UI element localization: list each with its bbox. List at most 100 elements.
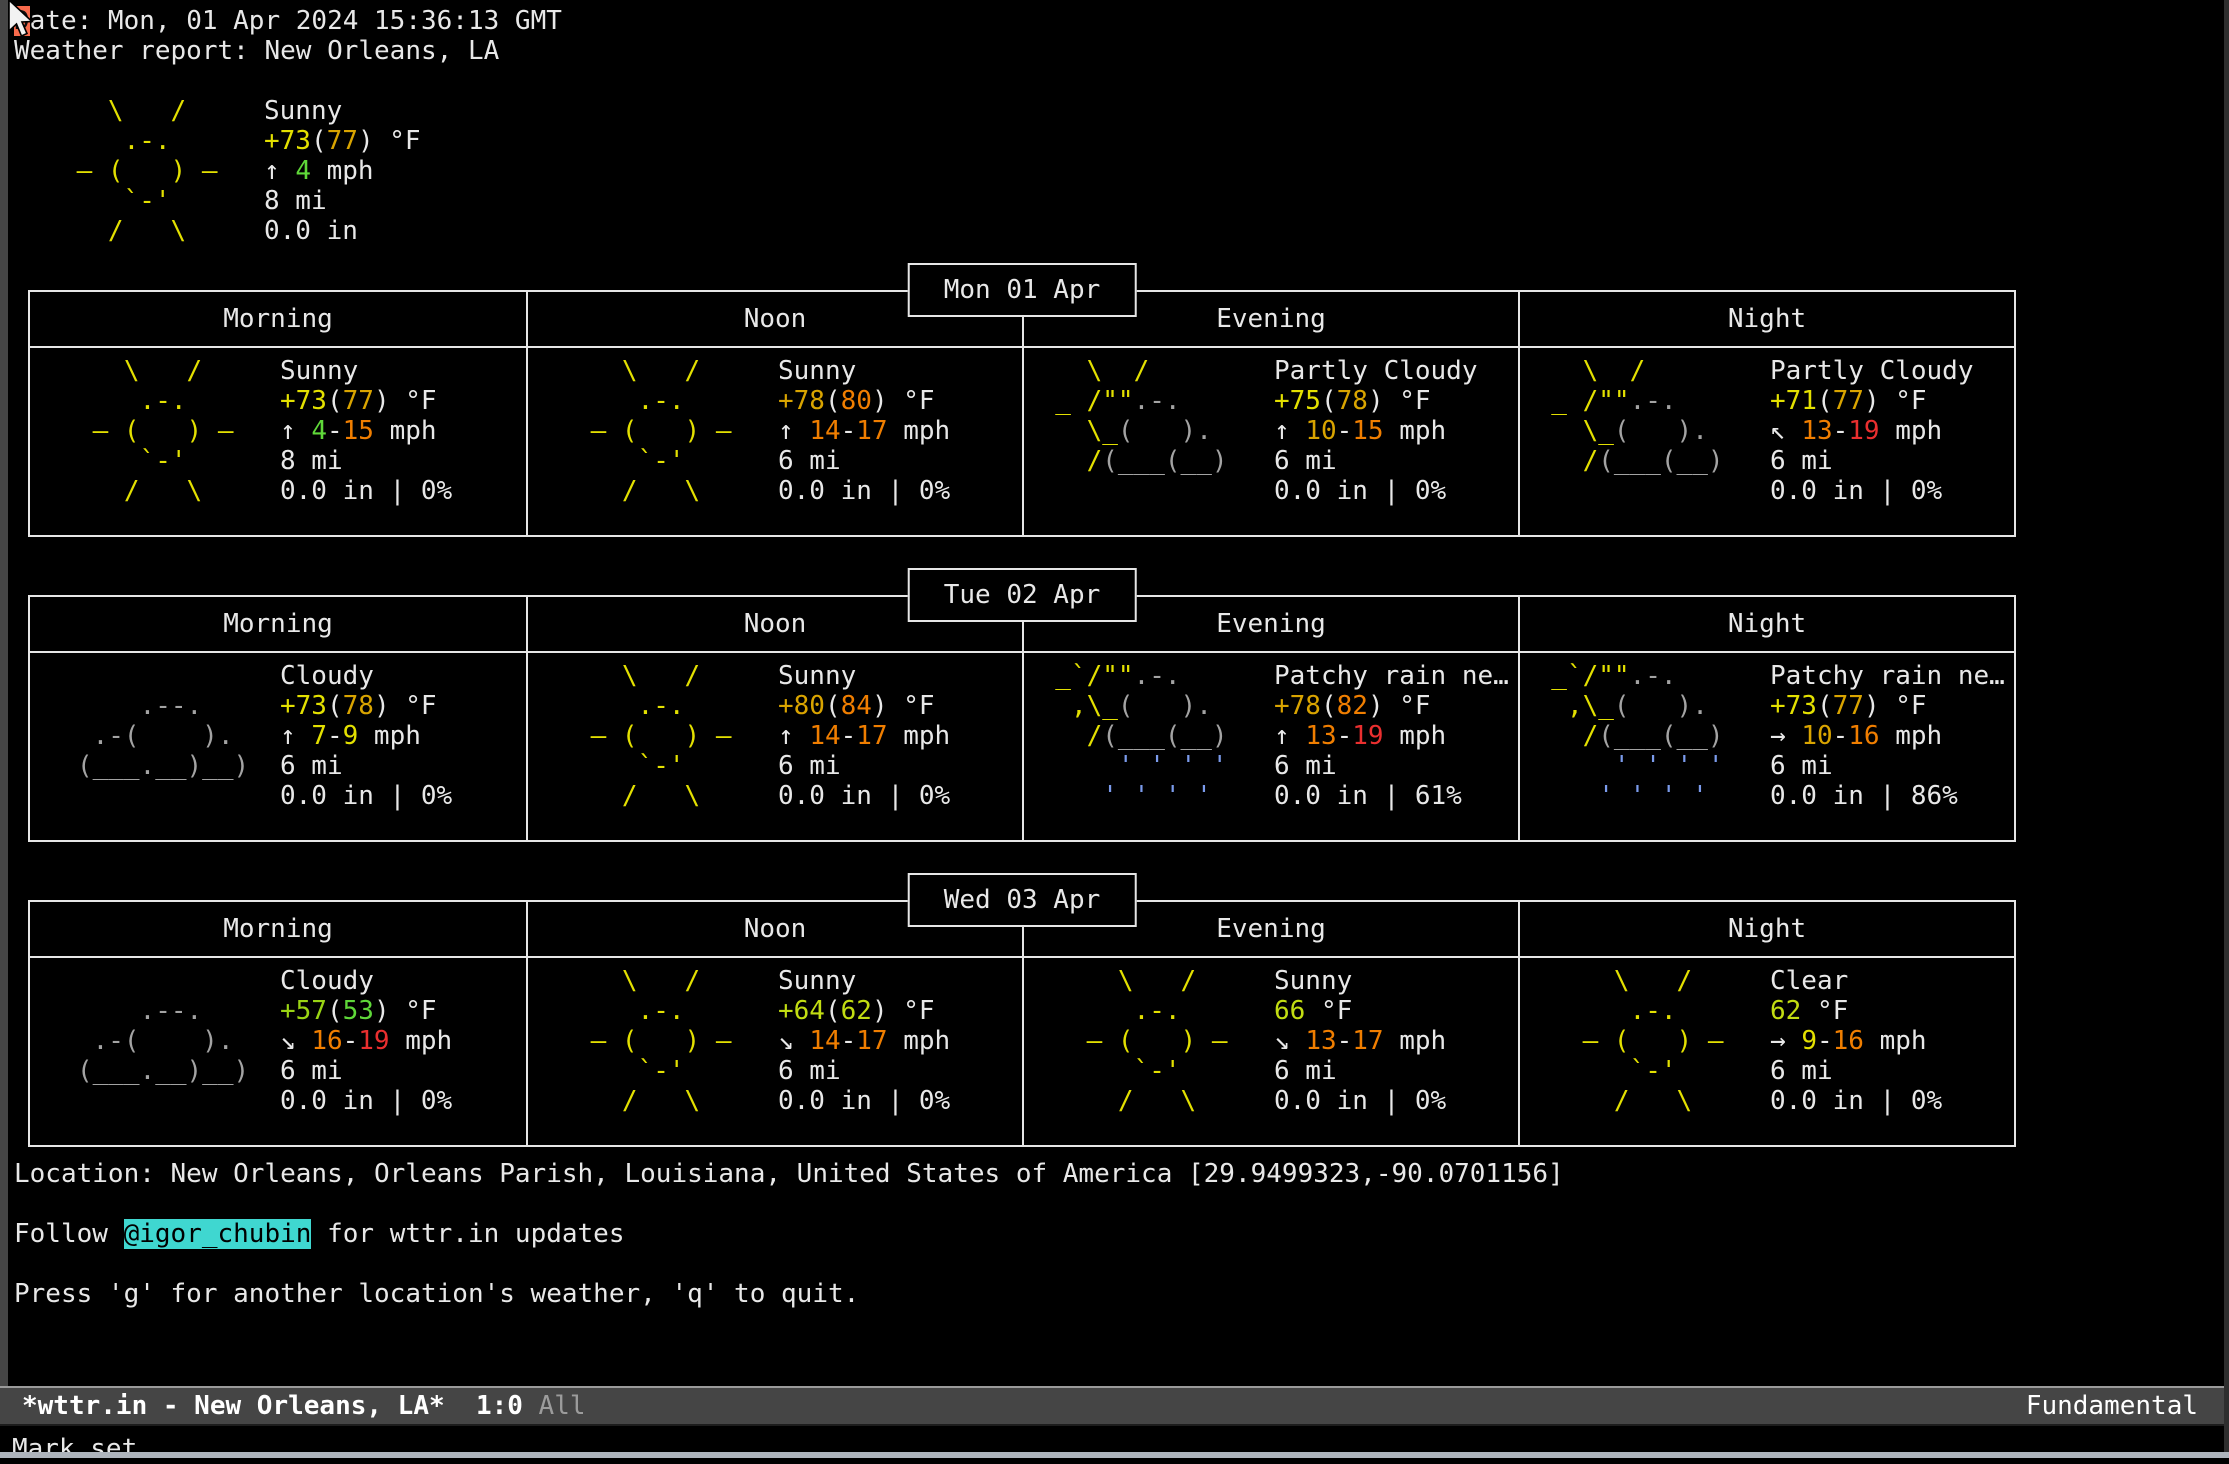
condition-text: Sunny xyxy=(280,356,452,386)
forecast-cell-night: _`/"".-. ,\_( ). /(___(__) ' ' ' ' ' ' '… xyxy=(1518,653,2014,840)
precipitation-text: 0.0 in | 0% xyxy=(280,476,452,506)
weather-art-sunny: \ / .-. — ( ) — `-' / \ xyxy=(1520,966,1770,1116)
column-header-morning: Morning xyxy=(30,292,526,346)
condition-text: Clear xyxy=(1770,966,1942,996)
column-header-night: Night xyxy=(1518,292,2014,346)
wind-text: ↑ 14-17 mph xyxy=(778,416,950,446)
forecast-day-2: Tue 02 AprMorningNoonEveningNight .--. .… xyxy=(28,595,2016,842)
wind-text: → 10-16 mph xyxy=(1770,721,2005,751)
wind-text: ↑ 14-17 mph xyxy=(778,721,950,751)
visibility-text: 8 mi xyxy=(280,446,452,476)
twitter-handle[interactable]: @igor_chubin xyxy=(124,1219,312,1249)
emacs-modeline[interactable]: *wttr.in - New Orleans, LA*1:0All Fundam… xyxy=(0,1386,2224,1426)
minibuffer[interactable]: Mark set xyxy=(0,1434,2229,1464)
forecast-cell-morning: .--. .-( ). (___.__)__) Cloudy+57(53) °F… xyxy=(30,958,526,1145)
current-visibility: 8 mi xyxy=(264,186,421,216)
forecast-cell-evening: \ / _ /"".-. \_( ). /(___(__) Partly Clo… xyxy=(1022,348,1518,535)
precipitation-text: 0.0 in | 0% xyxy=(280,781,452,811)
location-line: Location: New Orleans, Orleans Parish, L… xyxy=(14,1159,2229,1189)
condition-text: Sunny xyxy=(778,661,950,691)
condition-text: Cloudy xyxy=(280,661,452,691)
window-bottom-edge xyxy=(0,1452,2229,1458)
visibility-text: 6 mi xyxy=(778,1056,950,1086)
day-date-label: Mon 01 Apr xyxy=(908,263,1137,317)
forecast-cell-morning: .--. .-( ). (___.__)__) Cloudy+73(78) °F… xyxy=(30,653,526,840)
forecast-cell-night: \ / .-. — ( ) — `-' / \ Clear62 °F→ 9-16… xyxy=(1518,958,2014,1145)
forecast-day-3: Wed 03 AprMorningNoonEveningNight .--. .… xyxy=(28,900,2016,1147)
visibility-text: 6 mi xyxy=(778,751,950,781)
weather-art-sunny: \ / .-. — ( ) — `-' / \ xyxy=(528,356,778,506)
current-weather-art: \ / .-. — ( ) — `-' / \ xyxy=(14,96,264,246)
weather-art-sunny: \ / .-. — ( ) — `-' / \ xyxy=(528,966,778,1116)
precipitation-text: 0.0 in | 0% xyxy=(1274,1086,1446,1116)
temperature-text: +64(62) °F xyxy=(778,996,950,1026)
day-date-label: Tue 02 Apr xyxy=(908,568,1137,622)
visibility-text: 6 mi xyxy=(1770,1056,1942,1086)
weather-art-sunny: \ / .-. — ( ) — `-' / \ xyxy=(528,661,778,811)
precipitation-text: 0.0 in | 0% xyxy=(778,781,950,811)
current-temperature: +73(77) °F xyxy=(264,126,421,156)
current-wind: ↑ 4 mph xyxy=(264,156,421,186)
wind-text: ↖ 13-19 mph xyxy=(1770,416,1974,446)
wind-text: ↑ 7-9 mph xyxy=(280,721,452,751)
current-precipitation: 0.0 in xyxy=(264,216,421,246)
mouse-cursor xyxy=(2,0,36,42)
temperature-text: +78(82) °F xyxy=(1274,691,1509,721)
condition-text: Sunny xyxy=(778,356,950,386)
temperature-text: +73(78) °F xyxy=(280,691,452,721)
current-conditions: \ / .-. — ( ) — `-' / \ Sunny+73(77) °F↑… xyxy=(14,96,2229,246)
weather-art-patchy-rain: _`/"".-. ,\_( ). /(___(__) ' ' ' ' ' ' '… xyxy=(1024,661,1274,811)
precipitation-text: 0.0 in | 0% xyxy=(1770,1086,1942,1116)
forecast-cell-evening: \ / .-. — ( ) — `-' / \ Sunny66 °F↘ 13-1… xyxy=(1022,958,1518,1145)
weather-art-partly-cloudy: \ / _ /"".-. \_( ). /(___(__) xyxy=(1520,356,1770,506)
forecast-cell-evening: _`/"".-. ,\_( ). /(___(__) ' ' ' ' ' ' '… xyxy=(1022,653,1518,840)
temperature-text: +73(77) °F xyxy=(280,386,452,416)
wind-text: ↑ 10-15 mph xyxy=(1274,416,1478,446)
visibility-text: 6 mi xyxy=(1274,1056,1446,1086)
visibility-text: 6 mi xyxy=(1274,446,1478,476)
forecast-day-1: Mon 01 AprMorningNoonEveningNight \ / .-… xyxy=(28,290,2016,537)
current-weather-details: Sunny+73(77) °F↑ 4 mph8 mi0.0 in xyxy=(264,96,421,246)
forecast-days: Mon 01 AprMorningNoonEveningNight \ / .-… xyxy=(14,290,2229,1147)
visibility-text: 6 mi xyxy=(778,446,950,476)
column-header-morning: Morning xyxy=(30,902,526,956)
forecast-cell-noon: \ / .-. — ( ) — `-' / \ Sunny+80(84) °F↑… xyxy=(526,653,1022,840)
precipitation-text: 0.0 in | 0% xyxy=(1770,476,1974,506)
wind-text: ↘ 13-17 mph xyxy=(1274,1026,1446,1056)
wind-text: ↑ 13-19 mph xyxy=(1274,721,1509,751)
wind-text: → 9-16 mph xyxy=(1770,1026,1942,1056)
visibility-text: 6 mi xyxy=(1274,751,1509,781)
forecast-cell-night: \ / _ /"".-. \_( ). /(___(__) Partly Clo… xyxy=(1518,348,2014,535)
wind-text: ↑ 4-15 mph xyxy=(280,416,452,446)
date-text: ate: Mon, 01 Apr 2024 15:36:13 GMT xyxy=(30,6,562,36)
current-condition: Sunny xyxy=(264,96,421,126)
forecast-cell-noon: \ / .-. — ( ) — `-' / \ Sunny+78(80) °F↑… xyxy=(526,348,1022,535)
temperature-text: +78(80) °F xyxy=(778,386,950,416)
weather-art-partly-cloudy: \ / _ /"".-. \_( ). /(___(__) xyxy=(1024,356,1274,506)
visibility-text: 6 mi xyxy=(280,751,452,781)
column-header-night: Night xyxy=(1518,902,2014,956)
press-key-hint: Press 'g' for another location's weather… xyxy=(14,1279,2229,1309)
precipitation-text: 0.0 in | 0% xyxy=(280,1086,452,1116)
follow-prefix: Follow xyxy=(14,1219,124,1249)
temperature-text: +71(77) °F xyxy=(1770,386,1974,416)
condition-text: Sunny xyxy=(1274,966,1446,996)
precipitation-text: 0.0 in | 0% xyxy=(778,476,950,506)
temperature-text: 62 °F xyxy=(1770,996,1942,1026)
follow-suffix: for wttr.in updates xyxy=(311,1219,624,1249)
weather-art-cloudy: .--. .-( ). (___.__)__) xyxy=(30,661,280,811)
visibility-text: 6 mi xyxy=(280,1056,452,1086)
condition-text: Patchy rain ne… xyxy=(1770,661,2005,691)
condition-text: Sunny xyxy=(778,966,950,996)
visibility-text: 6 mi xyxy=(1770,446,1974,476)
buffer-name: *wttr.in - New Orleans, LA* xyxy=(22,1391,445,1421)
terminal-buffer[interactable]: Date: Mon, 01 Apr 2024 15:36:13 GMT Weat… xyxy=(0,0,2229,1309)
weather-art-patchy-rain: _`/"".-. ,\_( ). /(___(__) ' ' ' ' ' ' '… xyxy=(1520,661,1770,811)
precipitation-text: 0.0 in | 86% xyxy=(1770,781,2005,811)
precipitation-text: 0.0 in | 61% xyxy=(1274,781,1509,811)
forecast-cell-morning: \ / .-. — ( ) — `-' / \ Sunny+73(77) °F↑… xyxy=(30,348,526,535)
condition-text: Patchy rain ne… xyxy=(1274,661,1509,691)
temperature-text: +75(78) °F xyxy=(1274,386,1478,416)
follow-line: Follow @igor_chubin for wttr.in updates xyxy=(14,1219,2229,1249)
visibility-text: 6 mi xyxy=(1770,751,2005,781)
